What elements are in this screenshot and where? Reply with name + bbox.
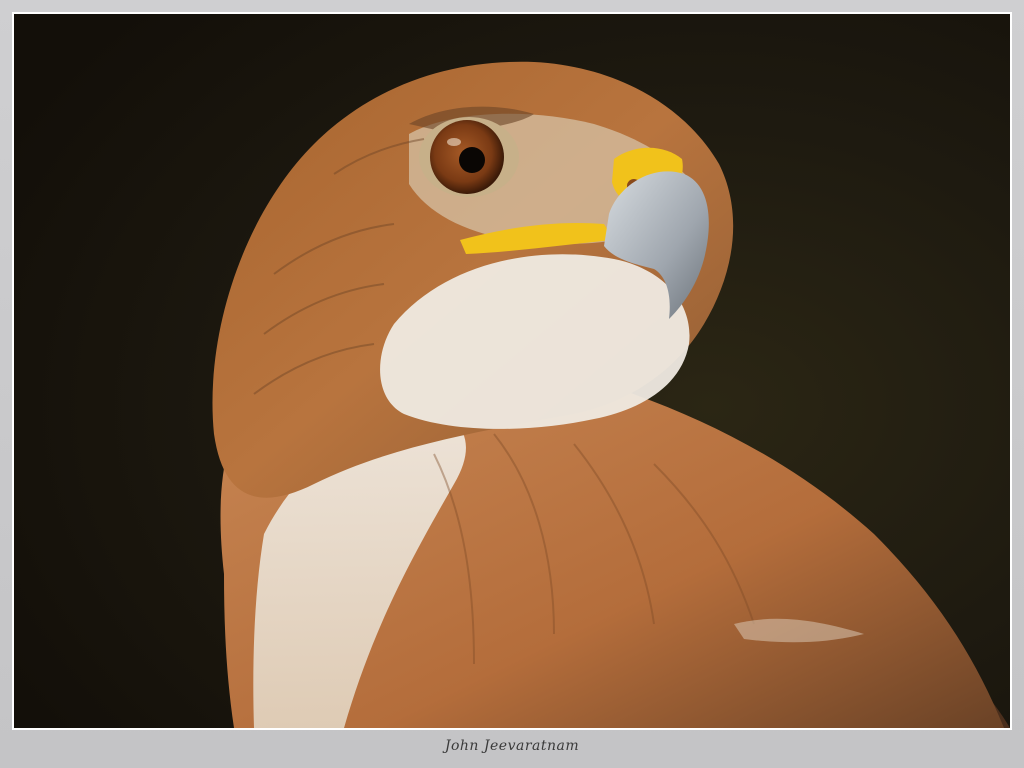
photo: [14, 14, 1010, 728]
hawk-illustration: [14, 14, 1010, 728]
eye-pupil: [459, 147, 485, 173]
photographer-signature: John Jeevaratnam: [444, 738, 580, 754]
eye-highlight: [447, 138, 461, 146]
